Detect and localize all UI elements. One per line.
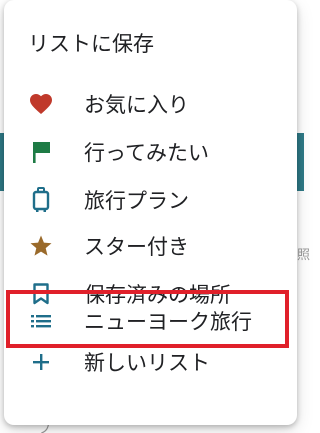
background-teal-panel-right bbox=[296, 133, 304, 191]
list-item-label: 旅行プラン bbox=[84, 189, 189, 213]
menu-title: リストに保存 bbox=[28, 32, 154, 56]
save-to-list-menu: リストに保存 お気に入り 行ってみたい 旅行プラン スター付き 保存済みの場所 … bbox=[4, 0, 297, 425]
background-text-fragment: 照 bbox=[297, 248, 311, 263]
list-icon bbox=[28, 308, 54, 334]
plus-icon bbox=[28, 349, 54, 375]
star-icon bbox=[28, 233, 54, 259]
list-item-label: スター付き bbox=[84, 235, 189, 259]
list-item-want-to-go[interactable]: 行ってみたい bbox=[8, 128, 293, 176]
heart-icon bbox=[28, 91, 54, 117]
list-item-label: ニューヨーク旅行 bbox=[84, 310, 252, 334]
list-item-label: 行ってみたい bbox=[84, 141, 209, 165]
new-list-button[interactable]: 新しいリスト bbox=[8, 338, 293, 386]
list-item-label: 新しいリスト bbox=[84, 351, 210, 375]
flag-icon bbox=[28, 139, 54, 165]
list-item-starred[interactable]: スター付き bbox=[8, 222, 293, 270]
list-item-label: お気に入り bbox=[84, 93, 189, 117]
list-item-favorites[interactable]: お気に入り bbox=[8, 80, 293, 128]
suitcase-icon bbox=[28, 187, 54, 213]
list-item-travel-plans[interactable]: 旅行プラン bbox=[8, 176, 293, 224]
